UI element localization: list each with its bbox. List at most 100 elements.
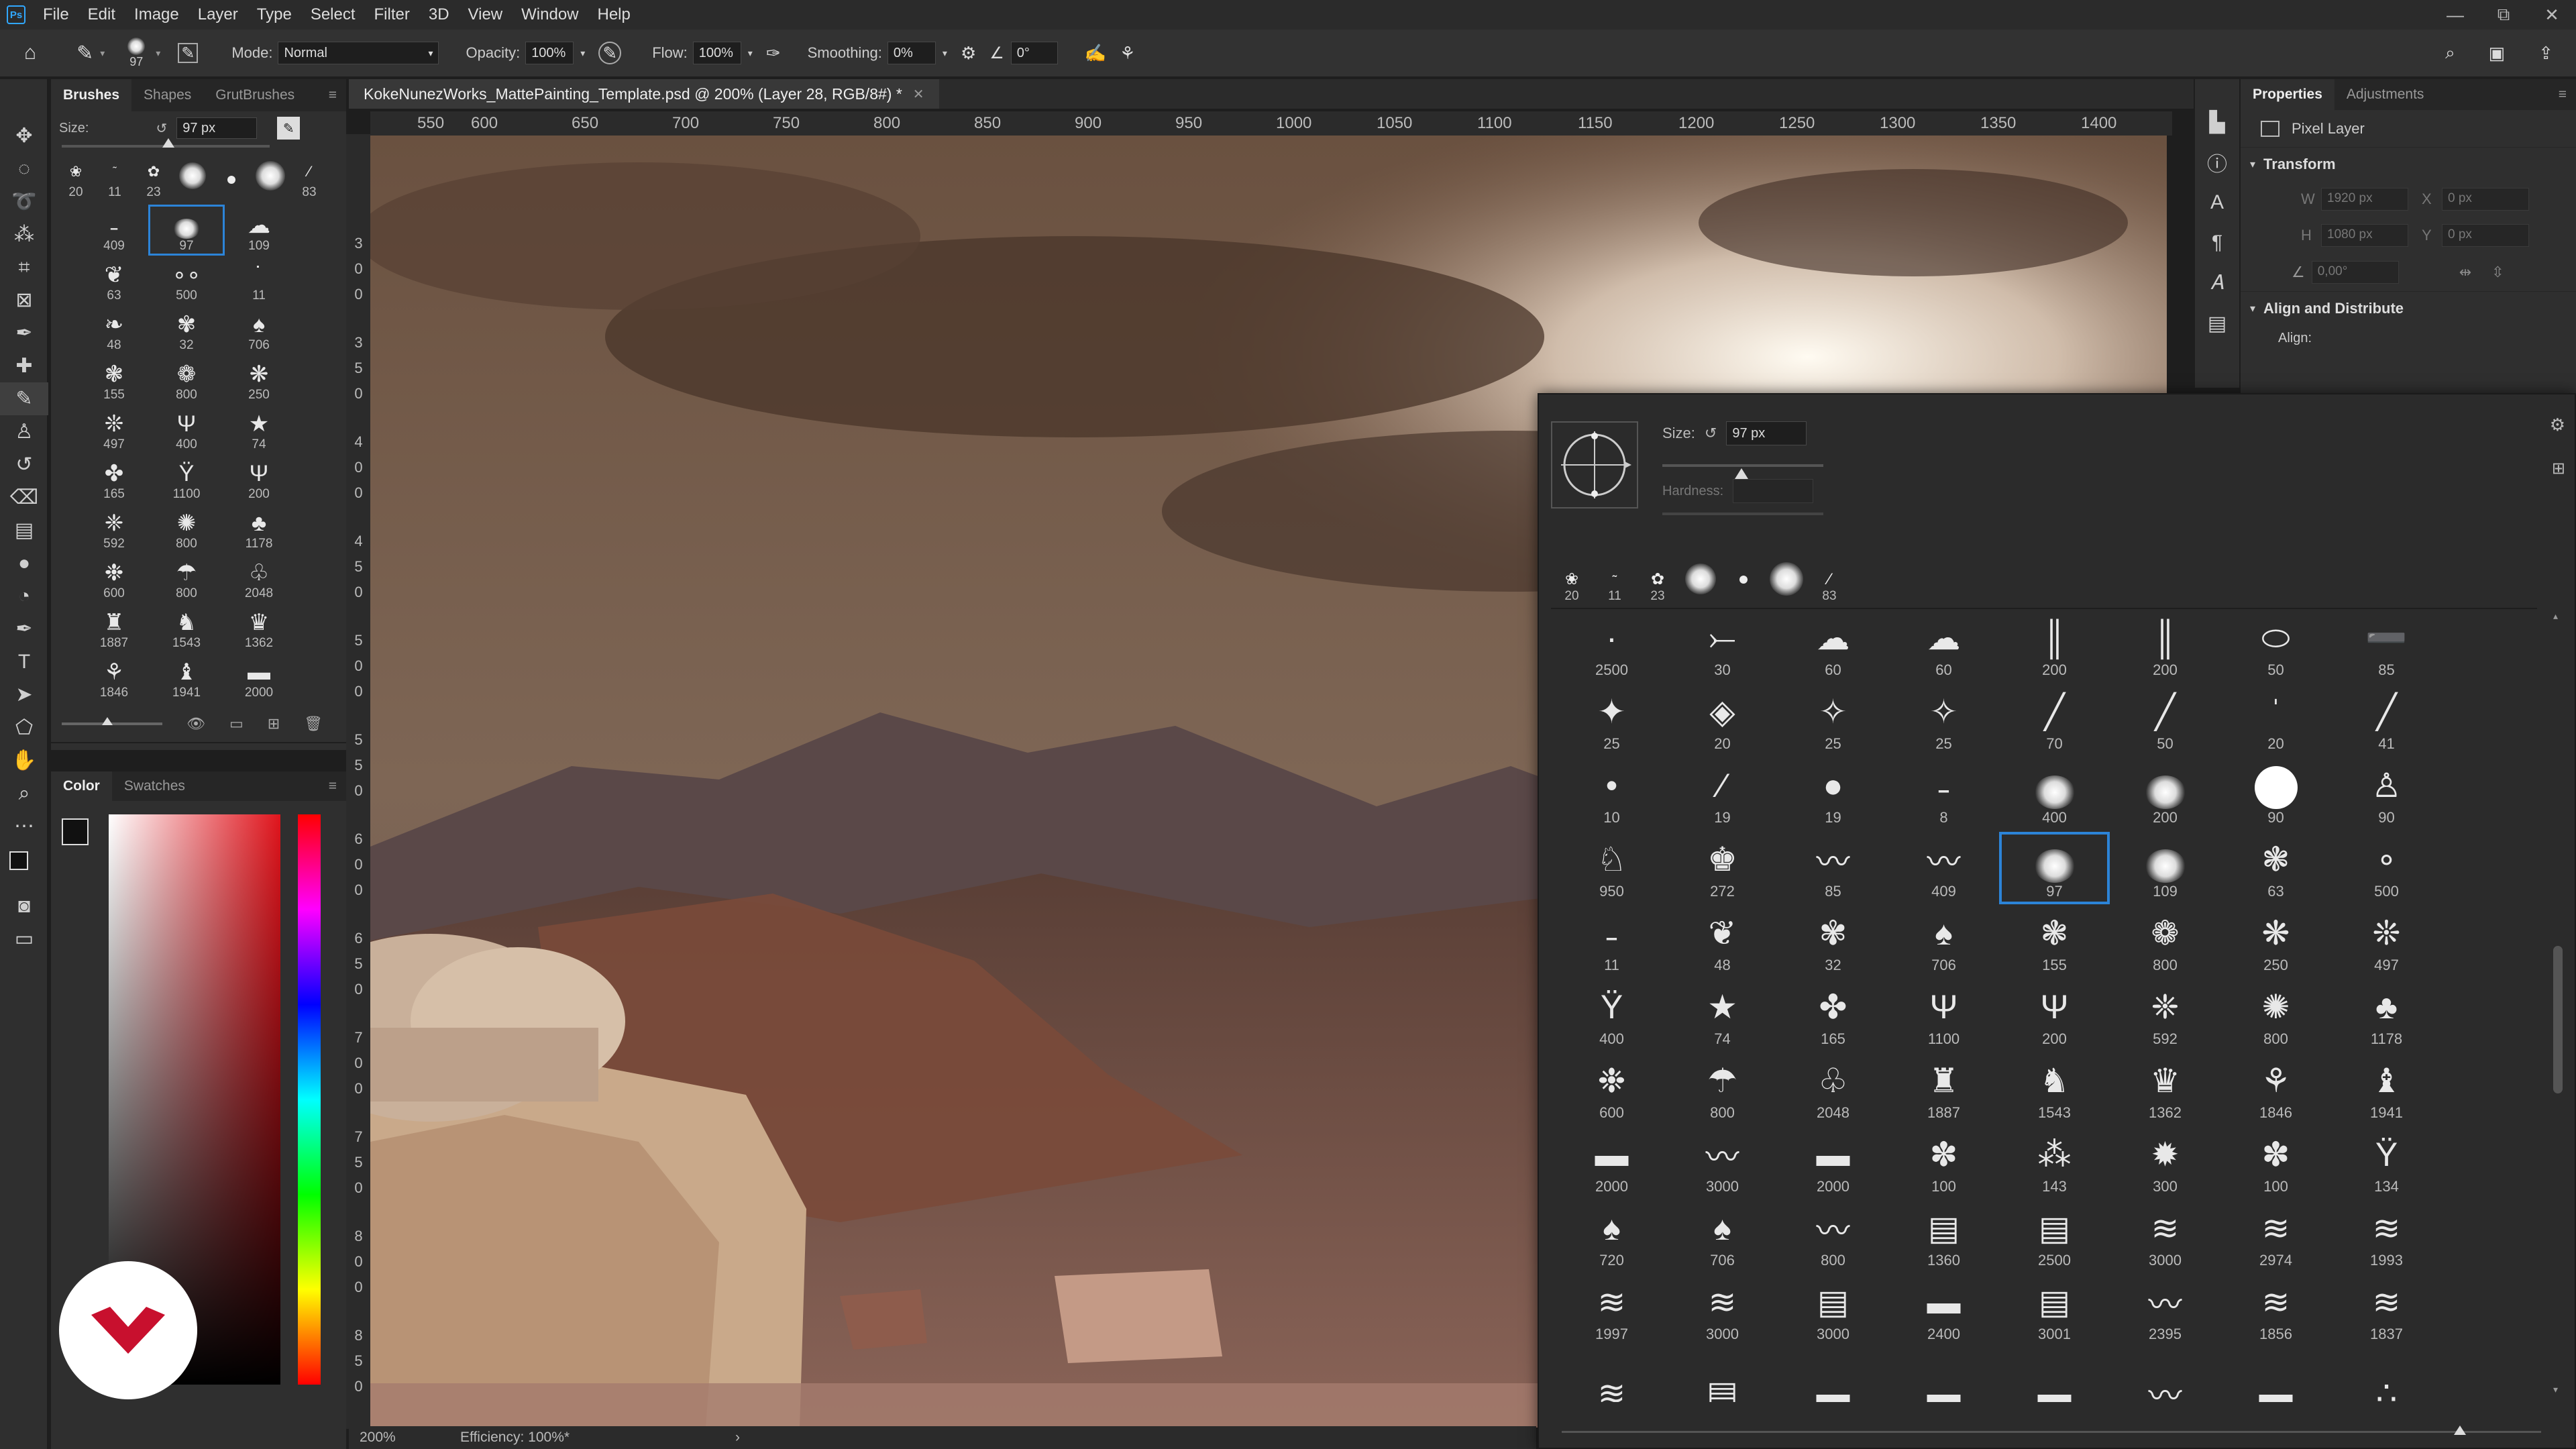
recent-brush[interactable] bbox=[255, 157, 286, 200]
brush-preset[interactable]: ☂ 800 bbox=[1667, 1053, 1778, 1126]
flip-horizontal-icon[interactable]: ⇹ bbox=[2459, 264, 2471, 281]
brush-preset[interactable]: ♜ 1887 bbox=[1888, 1053, 1999, 1126]
brush-preset[interactable]: ❋ 250 bbox=[223, 356, 295, 402]
recent-brush[interactable]: ˜ 11 bbox=[1598, 550, 1631, 604]
brush-preset[interactable]: ▤ 3001 bbox=[1999, 1275, 2110, 1347]
brush-preset[interactable]: ❉ 600 bbox=[78, 554, 150, 601]
brush-preset[interactable]: ≋ 1997 bbox=[1556, 1275, 1667, 1347]
frame-tool-icon[interactable]: ⊠ bbox=[0, 284, 48, 317]
smoothing-input[interactable]: 0% bbox=[887, 42, 936, 64]
brush-preset[interactable]: ❊ 497 bbox=[2331, 906, 2442, 978]
chevron-down-icon[interactable]: ▾ bbox=[2250, 302, 2255, 315]
brush-preset[interactable]: ♠ 706 bbox=[223, 306, 295, 353]
popup-hardness-input[interactable] bbox=[1733, 479, 1814, 503]
popup-size-input[interactable]: 97 px bbox=[1726, 421, 1807, 445]
brush-preset[interactable]: Ϋ 1100 bbox=[150, 455, 223, 502]
zoom-tool-icon[interactable]: ⌕ bbox=[0, 777, 48, 810]
brush-preset[interactable]: ▤ 1360 bbox=[1888, 1201, 1999, 1273]
brush-preset[interactable]: 〰 800 bbox=[1778, 1201, 1888, 1273]
tab-color[interactable]: Color bbox=[51, 771, 112, 801]
recent-brush[interactable]: ˜ 11 bbox=[99, 157, 130, 200]
delete-icon[interactable]: 🗑 bbox=[304, 715, 323, 733]
brush-preset[interactable]: ▬ 2000 bbox=[1778, 1127, 1888, 1199]
panel-menu-icon[interactable]: ≡ bbox=[329, 778, 337, 794]
eraser-tool-icon[interactable]: ⌫ bbox=[0, 481, 48, 514]
brush-preset[interactable]: ☁ 109 bbox=[223, 207, 295, 254]
brush-tool-icon[interactable]: ✎ bbox=[0, 382, 48, 415]
brush-preset[interactable]: ❦ 63 bbox=[78, 256, 150, 303]
size-input[interactable]: 97 px bbox=[176, 117, 258, 139]
brush-preset[interactable]: Ψ 400 bbox=[150, 405, 223, 452]
tab-brushes[interactable]: Brushes bbox=[51, 79, 132, 111]
scroll-down-icon[interactable]: ▾ bbox=[2553, 1384, 2558, 1395]
brush-preset[interactable]: ✦ 25 bbox=[1556, 684, 1667, 757]
close-tab-icon[interactable]: ✕ bbox=[913, 86, 924, 103]
brush-preset[interactable]: ⬭ 50 bbox=[2220, 610, 2331, 683]
brush-preset[interactable]: ☁ 60 bbox=[1778, 610, 1888, 683]
flow-input[interactable]: 100% bbox=[692, 42, 741, 64]
scroll-up-icon[interactable]: ▴ bbox=[2553, 610, 2558, 622]
document-tab[interactable]: KokeNunezWorks_MattePainting_Template.ps… bbox=[349, 79, 939, 109]
brush-preset[interactable]: ➖ 85 bbox=[2331, 610, 2442, 683]
brush-preset[interactable]: ♧ 2048 bbox=[223, 554, 295, 601]
brush-preset[interactable]: ♛ 1362 bbox=[223, 604, 295, 651]
scrollbar-thumb[interactable] bbox=[2553, 946, 2563, 1093]
brush-preset[interactable]: ✧ 25 bbox=[1778, 684, 1888, 757]
histogram-icon[interactable]: ▙ bbox=[2195, 102, 2239, 142]
brush-preset[interactable]: ˙ 11 bbox=[223, 256, 295, 303]
brush-preset[interactable]: ❁ 800 bbox=[2110, 906, 2220, 978]
brush-preset[interactable]: ♧ 2048 bbox=[1778, 1053, 1888, 1126]
brush-preset[interactable]: ♠ 706 bbox=[1667, 1201, 1778, 1273]
brush-preset[interactable]: ✤ 165 bbox=[1778, 979, 1888, 1052]
recent-brush[interactable]: ✿ 23 bbox=[1641, 550, 1674, 604]
brush-preset[interactable]: ∘∘ 500 bbox=[150, 256, 223, 303]
brush-preset[interactable]: ✽ 100 bbox=[1888, 1127, 1999, 1199]
brush-preset[interactable]: ❉ 600 bbox=[1556, 1053, 1667, 1126]
clone-stamp-tool-icon[interactable]: ♙ bbox=[0, 415, 48, 448]
libraries-icon[interactable]: ▤ bbox=[2195, 303, 2239, 343]
brush-preset[interactable]: ║ 200 bbox=[1999, 610, 2110, 683]
menu-image[interactable]: Image bbox=[125, 5, 189, 24]
brush-preset[interactable]: Ψ 200 bbox=[1999, 979, 2110, 1052]
brush-preset[interactable]: ⚘ 1846 bbox=[78, 653, 150, 700]
quick-mask-icon[interactable]: ◙ bbox=[0, 890, 48, 922]
brush-preset[interactable]: ✽ 100 bbox=[2220, 1127, 2331, 1199]
brush-preset[interactable]: Ϋ 134 bbox=[2331, 1127, 2442, 1199]
recent-brush[interactable]: ✿ 23 bbox=[138, 157, 169, 200]
brush-preset[interactable]: Ψ 1100 bbox=[1888, 979, 1999, 1052]
smoothing-settings-gear-icon[interactable]: ⚙ bbox=[961, 43, 976, 64]
brush-preset[interactable]: ≋ 3000 bbox=[1667, 1275, 1778, 1347]
chevron-down-icon[interactable]: ▾ bbox=[2250, 158, 2255, 171]
brush-preset[interactable]: ☁ 60 bbox=[1888, 610, 1999, 683]
brush-preset[interactable]: ║ 200 bbox=[2110, 610, 2220, 683]
brush-preset[interactable]: ♝ 1941 bbox=[150, 653, 223, 700]
y-input[interactable]: 0 px bbox=[2442, 224, 2529, 247]
brush-preset[interactable]: ✹ 300 bbox=[2110, 1127, 2220, 1199]
tab-properties[interactable]: Properties bbox=[2241, 79, 2334, 110]
x-input[interactable]: 0 px bbox=[2442, 188, 2529, 211]
tool-preset-chevron-icon[interactable]: ▾ bbox=[100, 48, 105, 59]
smoothing-chevron-icon[interactable]: ▾ bbox=[943, 48, 947, 59]
popup-scrollbar[interactable]: ▴ ▾ bbox=[2551, 610, 2565, 1395]
width-input[interactable]: 1920 px bbox=[2321, 188, 2408, 211]
opacity-chevron-icon[interactable]: ▾ bbox=[580, 48, 585, 59]
brush-angle-preview[interactable] bbox=[1551, 421, 1638, 508]
brush-preset[interactable]: ● 19 bbox=[1778, 758, 1888, 830]
tab-shapes[interactable]: Shapes bbox=[131, 79, 203, 111]
brush-preset[interactable]: ✺ 800 bbox=[2220, 979, 2331, 1052]
settings-gear-icon[interactable]: ⚙ bbox=[2550, 415, 2565, 435]
symmetry-icon[interactable]: ⚘ bbox=[1120, 43, 1135, 64]
brush-preset[interactable]: ☂ 800 bbox=[150, 554, 223, 601]
brush-preset[interactable]: 90 bbox=[2220, 758, 2331, 830]
brush-preset[interactable]: ╱ 70 bbox=[1999, 684, 2110, 757]
brush-preset[interactable]: ╱ 41 bbox=[2331, 684, 2442, 757]
foreground-background-swatch[interactable] bbox=[0, 843, 48, 890]
reset-size-icon[interactable]: ↺ bbox=[1705, 425, 1717, 442]
healing-brush-tool-icon[interactable]: ✚ bbox=[0, 350, 48, 382]
menu-layer[interactable]: Layer bbox=[189, 5, 248, 24]
lasso-tool-icon[interactable]: ➰ bbox=[0, 185, 48, 218]
brush-preset[interactable]: ≋ 3000 bbox=[2110, 1201, 2220, 1273]
brush-preset[interactable]: ≋ 1856 bbox=[2220, 1275, 2331, 1347]
brush-preset[interactable]: ♛ 1362 bbox=[2110, 1053, 2220, 1126]
brush-preset[interactable]: 109 bbox=[2110, 832, 2220, 904]
